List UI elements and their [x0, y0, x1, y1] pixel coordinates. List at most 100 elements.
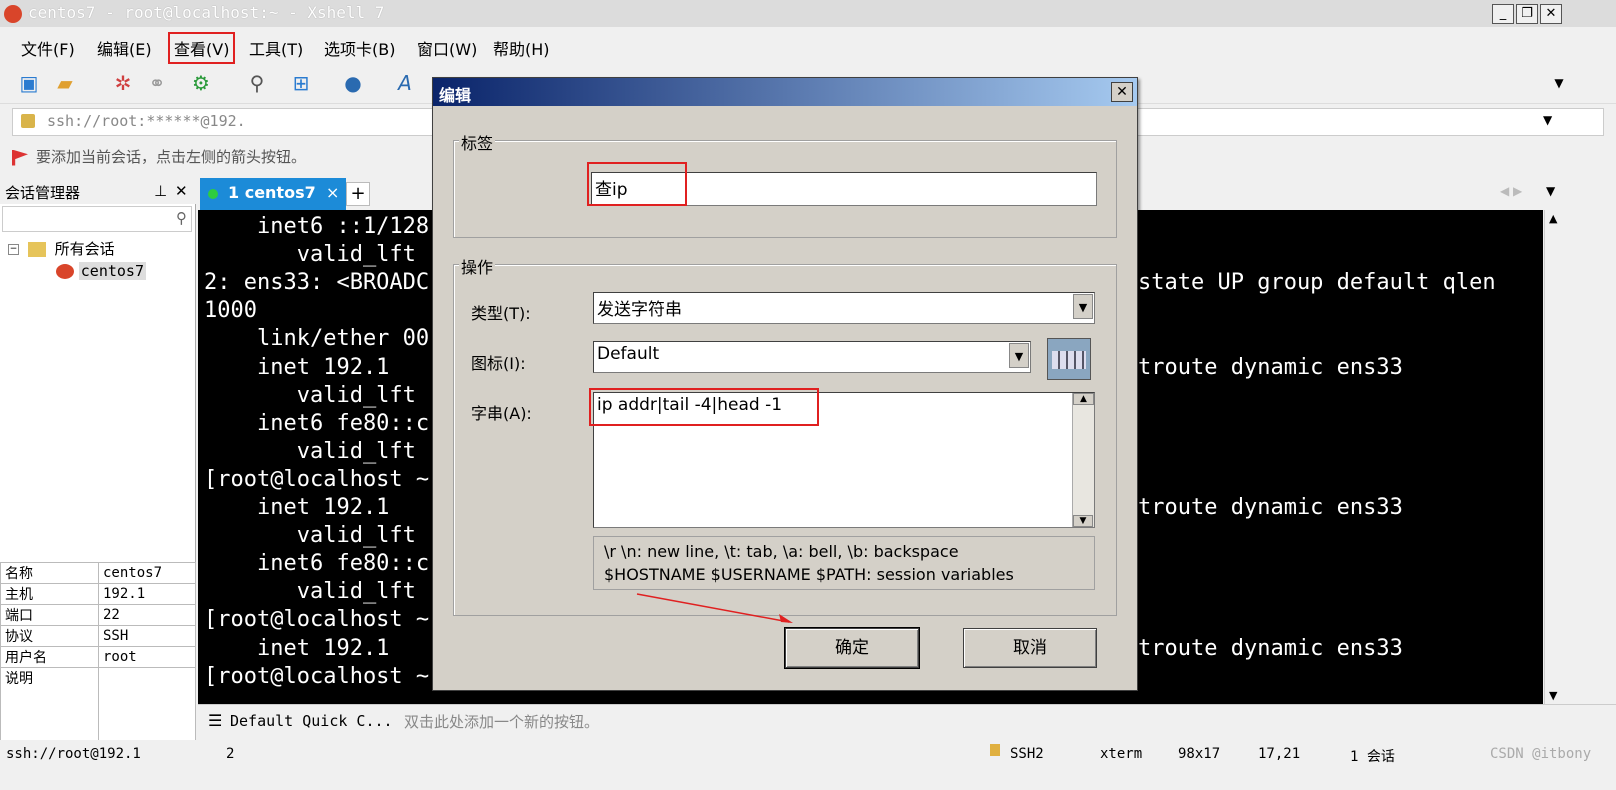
address-dropdown-icon[interactable]: ▼	[1543, 113, 1552, 127]
quick-command-bar: ☰ Default Quick C... 双击此处添加一个新的按钮。	[198, 704, 1616, 736]
tree-collapse-icon[interactable]: −	[8, 244, 19, 255]
session-search-input[interactable]: ⚲	[2, 206, 192, 232]
new-session-icon[interactable]: ▣	[16, 70, 42, 96]
red-arrow-annotation	[636, 593, 793, 623]
prop-value: 192.1	[98, 583, 196, 605]
cancel-button[interactable]: 取消	[963, 628, 1097, 668]
layout-icon[interactable]: ⊞	[288, 70, 314, 96]
terminal-line: 1000	[204, 298, 257, 324]
session-icon	[56, 264, 74, 279]
font-icon[interactable]: A	[392, 70, 418, 96]
session-hint: 要添加当前会话，点击左侧的箭头按钮。	[12, 146, 306, 167]
table-row: 主机 192.1	[0, 583, 196, 605]
table-row: 端口 22	[0, 604, 196, 626]
folder-icon	[27, 242, 46, 257]
minimize-button[interactable]: _	[1492, 4, 1514, 24]
terminal-line-right: state UP group default qlen	[1138, 270, 1496, 296]
string-label: 字串(A):	[471, 404, 532, 423]
scroll-down-icon[interactable]: ▼	[1549, 689, 1557, 702]
type-label: 类型(T):	[471, 304, 531, 323]
tab-scroll-left-icon[interactable]: ◀ ▶	[1500, 184, 1522, 198]
label-group-title: 标签	[459, 130, 496, 154]
scroll-down-icon[interactable]: ▼	[1073, 515, 1093, 527]
search-icon[interactable]: ⚲	[244, 70, 270, 96]
lock-icon	[990, 744, 1000, 756]
textarea-scrollbar[interactable]: ▲ ▼	[1072, 393, 1094, 527]
address-text: ssh://root:******@192.	[47, 112, 246, 130]
close-panel-icon[interactable]: ✕	[175, 182, 188, 200]
terminal-line: valid_lft	[204, 382, 416, 408]
icon-select[interactable]: Default ▼	[593, 341, 1031, 373]
prop-key: 用户名	[0, 646, 99, 668]
terminal-line: inet 192.1	[204, 635, 390, 661]
tree-item-centos7[interactable]: centos7	[56, 262, 146, 280]
properties-icon[interactable]: ⚙	[188, 70, 214, 96]
connected-status-icon	[208, 189, 218, 199]
watermark: CSDN @itbony	[1490, 746, 1592, 762]
menu-file[interactable]: 文件(F)	[17, 34, 79, 62]
menu-tabs[interactable]: 选项卡(B)	[320, 34, 399, 62]
terminal-line-right: troute dynamic ens33	[1138, 495, 1403, 520]
chevron-down-icon[interactable]: ▼	[1009, 343, 1029, 368]
type-select[interactable]: 发送字符串 ▼	[593, 292, 1095, 324]
connect-icon[interactable]: ✲	[110, 70, 136, 96]
toolbar-more-icon[interactable]: ▼	[1546, 70, 1572, 96]
add-tab-button[interactable]: +	[346, 182, 370, 206]
lock-icon	[21, 114, 35, 128]
type-select-value: 发送字符串	[597, 300, 682, 320]
pin-icon[interactable]: ⊥	[154, 182, 167, 200]
quick-command-name[interactable]: Default Quick C...	[230, 712, 393, 730]
keyboard-icon	[1047, 338, 1091, 380]
menu-edit[interactable]: 编辑(E)	[93, 34, 156, 62]
terminal-line: [root@localhost ~	[204, 466, 430, 492]
terminal-line: [root@localhost ~	[204, 663, 430, 689]
label-highlight-box	[587, 162, 687, 206]
close-window-button[interactable]: ✕	[1540, 4, 1562, 24]
terminal-line: inet6 ::1/128	[204, 214, 430, 239]
terminal-line: inet6 fe80::c	[204, 410, 430, 436]
menu-tools[interactable]: 工具(T)	[245, 34, 307, 62]
status-bar: ssh://root@192.1 2 SSH2 xterm 98x17 17,2…	[0, 740, 1616, 770]
icon-select-value: Default	[597, 344, 660, 364]
open-folder-icon[interactable]: ▰	[52, 70, 78, 96]
prop-key: 协议	[0, 625, 99, 647]
tab-close-icon[interactable]: ×	[326, 183, 339, 202]
terminal-line: inet 192.1	[204, 495, 390, 520]
terminal-scrollbar[interactable]: ▲ ▼	[1544, 210, 1568, 704]
prop-key: 主机	[0, 583, 99, 605]
tree-root[interactable]: − 所有会话	[8, 238, 115, 259]
status-cursor-pos: 17,21	[1258, 746, 1301, 762]
flag-icon[interactable]	[12, 149, 28, 166]
disconnect-icon[interactable]: ⚭	[144, 70, 170, 96]
status-sessions[interactable]: 1 会话	[1350, 746, 1395, 766]
terminal-line-right: troute dynamic ens33	[1138, 354, 1403, 380]
prop-value: 22	[98, 604, 196, 626]
menu-view[interactable]: 查看(V)	[167, 32, 236, 64]
ok-button[interactable]: 确定	[784, 627, 920, 669]
icon-label: 图标(I):	[471, 354, 526, 373]
prop-value: root	[98, 646, 196, 668]
dialog-close-button[interactable]: ✕	[1111, 82, 1133, 102]
terminal-line: [root@localhost ~	[204, 607, 430, 633]
quick-command-hint[interactable]: 双击此处添加一个新的按钮。	[404, 711, 599, 732]
help-line-2: $HOSTNAME $USERNAME $PATH: session varia…	[604, 565, 1014, 584]
status-connection: ssh://root@192.1	[6, 746, 141, 762]
string-highlight-box	[589, 388, 819, 426]
chevron-down-icon[interactable]: ▼	[1073, 294, 1093, 319]
tab-list-icon[interactable]: ▼	[1546, 184, 1555, 198]
menu-lines-icon[interactable]: ☰	[208, 711, 222, 730]
menu-help[interactable]: 帮助(H)	[489, 34, 554, 62]
tab-centos7[interactable]: 1 centos7 ×	[200, 178, 346, 210]
session-manager-title: 会话管理器	[5, 184, 81, 202]
action-group-title: 操作	[459, 254, 496, 278]
scroll-up-icon[interactable]: ▲	[1073, 393, 1094, 405]
scroll-up-icon[interactable]: ▲	[1549, 212, 1557, 225]
globe-icon[interactable]: ●	[340, 70, 366, 96]
restore-button[interactable]: ❐	[1516, 4, 1538, 24]
dialog-title: 编辑	[433, 78, 1137, 106]
help-text-box: \r \n: new line, \t: tab, \a: bell, \b: …	[593, 536, 1095, 590]
menu-bar: 文件(F) 编辑(E) 查看(V) 工具(T) 选项卡(B) 窗口(W) 帮助(…	[0, 28, 1616, 64]
menu-window[interactable]: 窗口(W)	[413, 34, 481, 62]
status-protocol: SSH2	[1010, 746, 1044, 762]
table-row: 协议 SSH	[0, 625, 196, 647]
